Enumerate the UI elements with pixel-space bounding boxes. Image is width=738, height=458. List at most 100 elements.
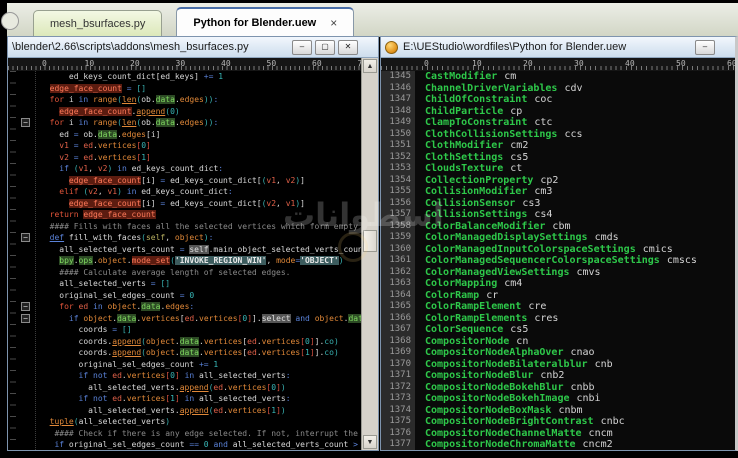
fold-collapse-icon[interactable]: − — [21, 302, 30, 311]
wordfile-entry[interactable]: 1375CompositorNodeBrightContrastcnbc — [381, 416, 735, 428]
code-line[interactable]: #### Check if there is any edge selected… — [8, 428, 362, 440]
left-code-area[interactable]: ed_keys_count_dict[ed_keys] += 1 edge_fa… — [8, 71, 362, 450]
code-line[interactable]: if not ed.vertices[1] in all_selected_ve… — [8, 393, 362, 405]
class-name: ClothModifier — [425, 140, 503, 152]
ruler-number: 40 — [625, 59, 635, 68]
code-line[interactable]: coords.append(object.data.vertices[ed.ve… — [8, 336, 362, 348]
code-line[interactable]: if original_sel_edges_count == 0 and all… — [8, 439, 362, 450]
code-line[interactable]: − if object.data.vertices[ed.vertices[0]… — [8, 313, 362, 325]
wordfile-entry[interactable]: 1368CompositorNodecn — [381, 336, 735, 348]
minimize-button[interactable]: – — [292, 40, 312, 55]
minimize-button[interactable]: – — [695, 40, 715, 55]
code-line[interactable]: − for i in range(len(ob.data.edges)): — [8, 117, 362, 129]
wordfile-entry[interactable]: 1364ColorRampcr — [381, 290, 735, 302]
wordfile-entry[interactable]: 1358ColorBalanceModifiercbm — [381, 221, 735, 233]
code-line[interactable]: coords = [] — [8, 324, 362, 336]
code-line[interactable]: all_selected_verts = [] — [8, 278, 362, 290]
wordfile-entry[interactable]: 1372CompositorNodeBokehBlurcnbb — [381, 382, 735, 394]
left-pane-titlebar[interactable]: \blender\2.66\scripts\addons\mesh_bsurfa… — [8, 37, 378, 58]
scroll-down-icon[interactable]: ▼ — [363, 435, 377, 449]
class-name: ChannelDriverVariables — [425, 83, 557, 95]
wordfile-entry[interactable]: 1355CollisionModifiercm3 — [381, 186, 735, 198]
wordfile-entry[interactable]: 1352ClothSettingscs5 — [381, 152, 735, 164]
code-line[interactable]: for i in range(len(ob.data.edges)): — [8, 94, 362, 106]
wordfile-entry[interactable]: 1365ColorRampElementcre — [381, 301, 735, 313]
wordfile-entry[interactable]: 1361ColorManagedSequencerColorspaceSetti… — [381, 255, 735, 267]
code-line[interactable]: coords.append(object.data.vertices[ed.ve… — [8, 347, 362, 359]
left-editor-pane: \blender\2.66\scripts\addons\mesh_bsurfa… — [7, 36, 379, 451]
wordfile-entry[interactable]: 1362ColorManagedViewSettingscmvs — [381, 267, 735, 279]
code-line[interactable]: edge_face_count = [] — [8, 83, 362, 95]
wordfile-entry[interactable]: 1374CompositorNodeBoxMaskcnbm — [381, 405, 735, 417]
code-line[interactable]: bpy.ops.object.mode_set('INVOKE_REGION_W… — [8, 255, 362, 267]
tab-scroll-button[interactable] — [1, 12, 19, 30]
wordfile-entry[interactable]: 1345CastModifiercm — [381, 71, 735, 83]
abbreviation: cnb2 — [540, 370, 564, 382]
code-line[interactable]: all_selected_verts.append(ed.vertices[0]… — [8, 382, 362, 394]
line-number: 1371 — [381, 370, 415, 382]
scroll-up-icon[interactable]: ▲ — [363, 59, 377, 73]
code-line[interactable]: original_sel_edges_count = 0 — [8, 290, 362, 302]
code-line[interactable]: − def fill_with_faces(self, object): — [8, 232, 362, 244]
wordfile-entry[interactable]: 1359ColorManagedDisplaySettingscmds — [381, 232, 735, 244]
code-line[interactable]: all_selected_verts.append(ed.vertices[1]… — [8, 405, 362, 417]
code-line[interactable]: tuple(all_selected_verts) — [8, 416, 362, 428]
left-vertical-scrollbar[interactable]: ▲ ▼ — [361, 58, 378, 450]
code-line[interactable]: edge_face_count.append(0) — [8, 106, 362, 118]
code-line[interactable]: #### Calculate average length of selecte… — [8, 267, 362, 279]
tab-python-for-blender[interactable]: Python for Blender.uew × — [176, 7, 354, 36]
document-tab-bar: mesh_bsurfaces.py Python for Blender.uew… — [7, 3, 738, 37]
wordfile-entry[interactable]: 1349ClampToConstraintctc — [381, 117, 735, 129]
left-pane-title: \blender\2.66\scripts\addons\mesh_bsurfa… — [12, 41, 292, 53]
wordfile-entry[interactable]: 1360ColorManagedInputColorspaceSettingsc… — [381, 244, 735, 256]
code-line[interactable]: − for ed in object.data.edges: — [8, 301, 362, 313]
code-line[interactable]: if (v1, v2) in ed_keys_count_dict: — [8, 163, 362, 175]
right-pane-titlebar[interactable]: E:\UEStudio\wordfiles\Python for Blender… — [381, 37, 735, 58]
wordfile-entry[interactable]: 1371CompositorNodeBlurcnb2 — [381, 370, 735, 382]
scrollbar-thumb[interactable] — [363, 230, 377, 252]
fold-collapse-icon[interactable]: − — [21, 233, 30, 242]
wordfile-entry[interactable]: 1366ColorRampElementscres — [381, 313, 735, 325]
maximize-button[interactable]: ▢ — [315, 40, 335, 55]
line-number: 1374 — [381, 405, 415, 417]
wordfile-entry[interactable]: 1351ClothModifiercm2 — [381, 140, 735, 152]
abbreviation: cre — [528, 301, 546, 313]
wordfile-entry[interactable]: 1357CollisionSettingscs4 — [381, 209, 735, 221]
wordfile-entry[interactable]: 1350ClothCollisionSettingsccs — [381, 129, 735, 141]
code-line[interactable]: ed = ob.data.edges[i] — [8, 129, 362, 141]
wordfile-entry[interactable]: 1363ColorMappingcm4 — [381, 278, 735, 290]
fold-collapse-icon[interactable]: − — [21, 314, 30, 323]
wordfile-code-area[interactable]: 1345CastModifiercm1346ChannelDriverVaria… — [381, 71, 735, 450]
code-line[interactable]: v1 = ed.vertices[0] — [8, 140, 362, 152]
left-column-ruler: 010203040506070 — [8, 58, 362, 71]
close-button[interactable]: ✕ — [338, 40, 358, 55]
code-line[interactable]: edge_face_count[i] = ed_keys_count_dict[… — [8, 175, 362, 187]
tab-close-icon[interactable]: × — [330, 16, 337, 30]
wordfile-entry[interactable]: 1370CompositorNodeBilateralblurcnb — [381, 359, 735, 371]
wordfile-entry[interactable]: 1367ColorSequencecs5 — [381, 324, 735, 336]
tab-mesh-bsurfaces[interactable]: mesh_bsurfaces.py — [33, 10, 162, 36]
code-line[interactable]: edge_face_count[i] = ed_keys_count_dict[… — [8, 198, 362, 210]
code-line[interactable]: ed_keys_count_dict[ed_keys] += 1 — [8, 71, 362, 83]
wordfile-entry[interactable]: 1353CloudsTexturect — [381, 163, 735, 175]
wordfile-entry[interactable]: 1377CompositorNodeChromaMattecncm2 — [381, 439, 735, 450]
wordfile-entry[interactable]: 1356CollisionSensorcs3 — [381, 198, 735, 210]
wordfile-entry[interactable]: 1348ChildParticlecp — [381, 106, 735, 118]
code-line[interactable]: original_sel_edges_count += 1 — [8, 359, 362, 371]
code-line[interactable]: #### Fills with faces all the selected v… — [8, 221, 362, 233]
wordfile-entry[interactable]: 1346ChannelDriverVariablescdv — [381, 83, 735, 95]
wordfile-entry[interactable]: 1347ChildOfConstraintcoc — [381, 94, 735, 106]
code-line[interactable]: elif (v2, v1) in ed_keys_count_dict: — [8, 186, 362, 198]
code-line[interactable]: return edge_face_count — [8, 209, 362, 221]
code-line[interactable]: all_selected_verts_count = self.main_obj… — [8, 244, 362, 256]
wordfile-entry[interactable]: 1369CompositorNodeAlphaOvercnao — [381, 347, 735, 359]
wordfile-entry[interactable]: 1373CompositorNodeBokehImagecnbi — [381, 393, 735, 405]
code-line[interactable]: if not ed.vertices[0] in all_selected_ve… — [8, 370, 362, 382]
fold-collapse-icon[interactable]: − — [21, 118, 30, 127]
wordfile-entry[interactable]: 1354CollectionPropertycp2 — [381, 175, 735, 187]
class-name: ColorRampElements — [425, 313, 527, 325]
code-line[interactable]: v2 = ed.vertices[1] — [8, 152, 362, 164]
class-name: CollisionSettings — [425, 209, 527, 221]
abbreviation: cbm — [552, 221, 570, 233]
wordfile-entry[interactable]: 1376CompositorNodeChannelMattecncm — [381, 428, 735, 440]
